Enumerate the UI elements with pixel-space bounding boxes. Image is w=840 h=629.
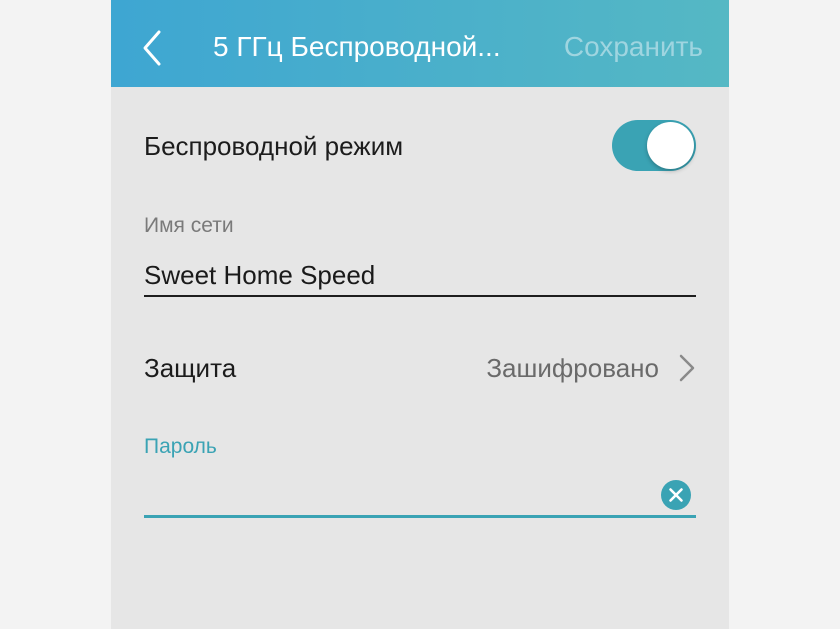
network-name-label: Имя сети: [144, 214, 234, 237]
network-name-input[interactable]: [144, 259, 696, 291]
network-name-underline: [144, 295, 696, 297]
clear-password-button[interactable]: [660, 479, 692, 511]
wireless-mode-toggle[interactable]: [612, 120, 696, 171]
password-input[interactable]: [144, 478, 649, 512]
wireless-mode-label: Беспроводной режим: [144, 131, 404, 161]
chevron-left-icon: [143, 30, 161, 66]
save-button[interactable]: Сохранить: [564, 31, 703, 63]
password-underline: [144, 515, 696, 518]
security-value: Зашифровано: [486, 353, 659, 383]
page-title: 5 ГГц Беспроводной...: [213, 31, 501, 62]
settings-screen: 5 ГГц Беспроводной... Сохранить Беспрово…: [111, 0, 729, 629]
clear-icon: [661, 480, 691, 510]
chevron-right-icon: [679, 354, 695, 382]
security-label: Защита: [144, 353, 237, 383]
header-bar: 5 ГГц Беспроводной... Сохранить: [111, 0, 729, 87]
toggle-knob: [647, 122, 694, 169]
back-button[interactable]: [137, 26, 171, 70]
password-label: Пароль: [144, 435, 217, 458]
